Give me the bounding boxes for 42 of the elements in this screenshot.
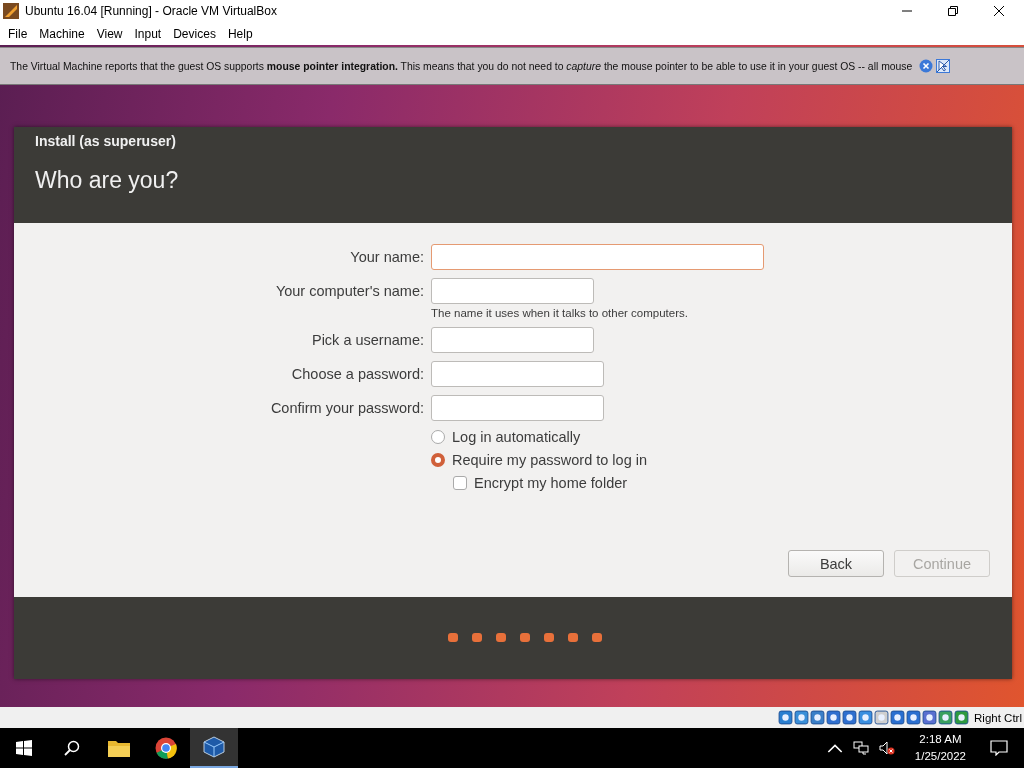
notification-text: The Virtual Machine reports that the guest OS supports mouse pointer integration. This means that you do not need to capture the mouse pointer to be able to use it in your guest OS -- all mouse bbox=[10, 60, 913, 72]
input-field[interactable] bbox=[431, 395, 604, 421]
cube-icon bbox=[203, 736, 225, 758]
input-field[interactable] bbox=[431, 244, 764, 270]
clock-time[interactable]: 2:18 AM bbox=[919, 731, 962, 748]
field-label: Your name: bbox=[349, 248, 424, 267]
back-button[interactable]: Back bbox=[788, 550, 884, 577]
app-logo-icon bbox=[3, 3, 19, 19]
dialog-title: Install (as superuser) bbox=[35, 133, 177, 149]
checkbox[interactable] bbox=[453, 476, 467, 490]
window-title: Ubuntu 16.04 [Running] - Oracle VM VirtualBox bbox=[25, 4, 278, 18]
menu-item[interactable]: Machine bbox=[33, 26, 91, 41]
field-label: Your computer's name: bbox=[274, 282, 424, 301]
menu-item[interactable]: Help bbox=[221, 26, 259, 41]
windows-start-icon[interactable] bbox=[16, 740, 32, 756]
input-field[interactable] bbox=[431, 361, 604, 387]
menu-item[interactable]: File bbox=[2, 26, 34, 41]
host-key-label: Right Ctrl bbox=[974, 711, 1022, 724]
clock-date[interactable]: 1/25/2022 bbox=[914, 748, 966, 765]
option-label[interactable]: Log in automatically bbox=[452, 429, 581, 445]
mouse-pointer-icon[interactable] bbox=[936, 59, 951, 73]
input-field[interactable] bbox=[431, 327, 594, 353]
notifications-icon[interactable] bbox=[990, 740, 1008, 756]
radio-button[interactable] bbox=[431, 453, 445, 467]
hint-text: The name it uses when it talks to other computers. bbox=[431, 307, 689, 319]
option-label[interactable]: Encrypt my home folder bbox=[474, 475, 628, 491]
taskbar-app-button[interactable] bbox=[190, 728, 238, 768]
page-heading: Who are you? bbox=[35, 167, 180, 194]
maximize-icon[interactable] bbox=[948, 6, 958, 16]
field-label: Confirm your password: bbox=[269, 399, 424, 418]
field-label: Pick a username: bbox=[310, 331, 424, 350]
volume-muted-icon[interactable] bbox=[878, 741, 895, 755]
search-icon[interactable] bbox=[64, 740, 80, 756]
radio-button[interactable] bbox=[431, 430, 445, 444]
input-field[interactable] bbox=[431, 278, 594, 304]
browser-icon[interactable] bbox=[155, 737, 177, 759]
option-label[interactable]: Require my password to log in bbox=[452, 452, 648, 468]
close-icon[interactable] bbox=[994, 6, 1004, 16]
field-label: Choose a password: bbox=[290, 365, 424, 384]
menu-item[interactable]: View bbox=[90, 26, 129, 41]
menu-item[interactable]: Input bbox=[128, 26, 168, 41]
menu-item[interactable]: Devices bbox=[167, 26, 222, 41]
